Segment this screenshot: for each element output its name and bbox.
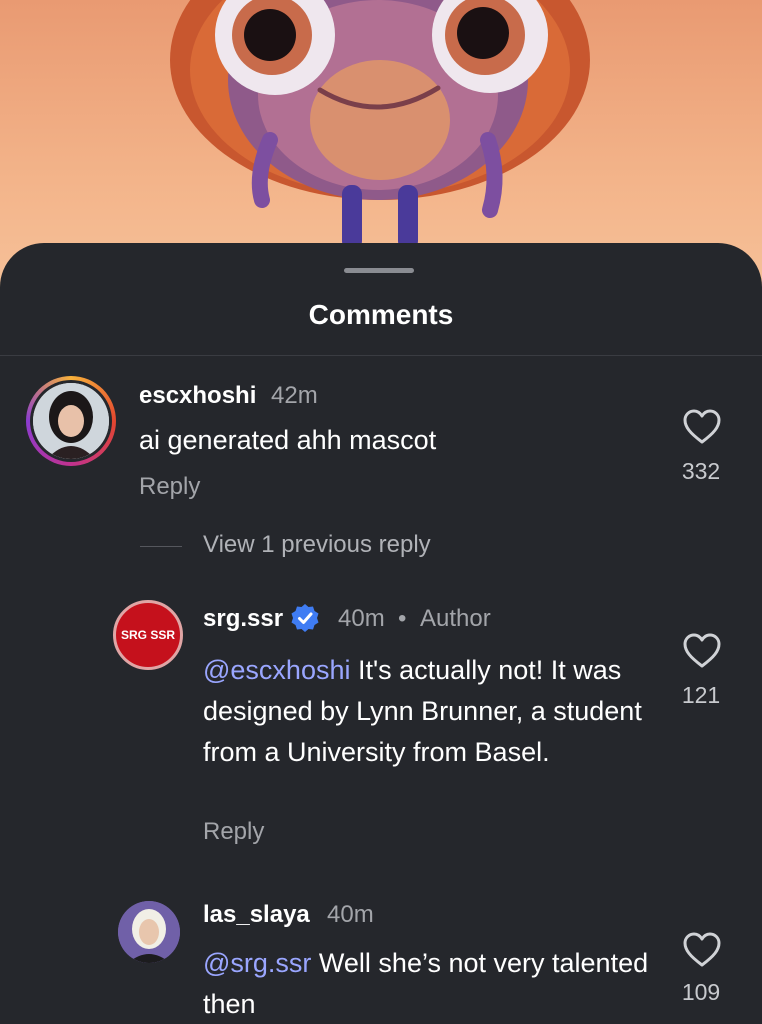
avatar-photo <box>118 901 180 963</box>
like-count: 121 <box>681 682 721 708</box>
view-previous-label: View 1 previous reply <box>203 531 431 558</box>
mention-link[interactable]: @srg.ssr <box>203 948 311 978</box>
heart-icon[interactable] <box>682 633 722 669</box>
like-count: 332 <box>681 458 721 484</box>
view-previous-replies[interactable]: View 1 previous reply <box>140 531 460 561</box>
verified-icon <box>291 604 319 632</box>
sheet-drag-handle[interactable] <box>344 268 414 273</box>
meta-separator: • <box>398 605 407 632</box>
username[interactable]: escxhoshi <box>139 382 256 410</box>
avatar[interactable] <box>26 376 116 466</box>
like-count: 109 <box>681 979 721 1005</box>
timestamp: 42m <box>271 382 318 409</box>
reply-button[interactable]: Reply <box>203 818 264 846</box>
reply-button[interactable]: Reply <box>139 473 200 501</box>
mention-link[interactable]: @escxhoshi <box>203 655 350 685</box>
timestamp: 40m <box>327 901 374 928</box>
timestamp: 40m <box>338 605 385 632</box>
username[interactable]: srg.ssr <box>203 605 283 633</box>
divider <box>0 355 762 356</box>
sheet-title: Comments <box>308 299 454 330</box>
avatar[interactable]: SRG SSR <box>113 600 183 670</box>
heart-icon[interactable] <box>682 932 722 968</box>
comment-text: @srg.ssr Well she’s not very talented th… <box>203 943 653 1024</box>
comments-sheet: Comments escxhoshi 42m ai generated ahh … <box>0 243 762 1024</box>
avatar[interactable] <box>118 901 180 963</box>
author-badge: Author <box>420 605 491 632</box>
thread-line <box>140 546 182 547</box>
avatar-photo <box>33 383 109 459</box>
heart-icon[interactable] <box>682 409 722 445</box>
username[interactable]: las_slaya <box>203 901 310 929</box>
comment-text: @escxhoshi It's actually not! It was des… <box>203 650 653 773</box>
comment-text: ai generated ahh mascot <box>139 425 437 455</box>
